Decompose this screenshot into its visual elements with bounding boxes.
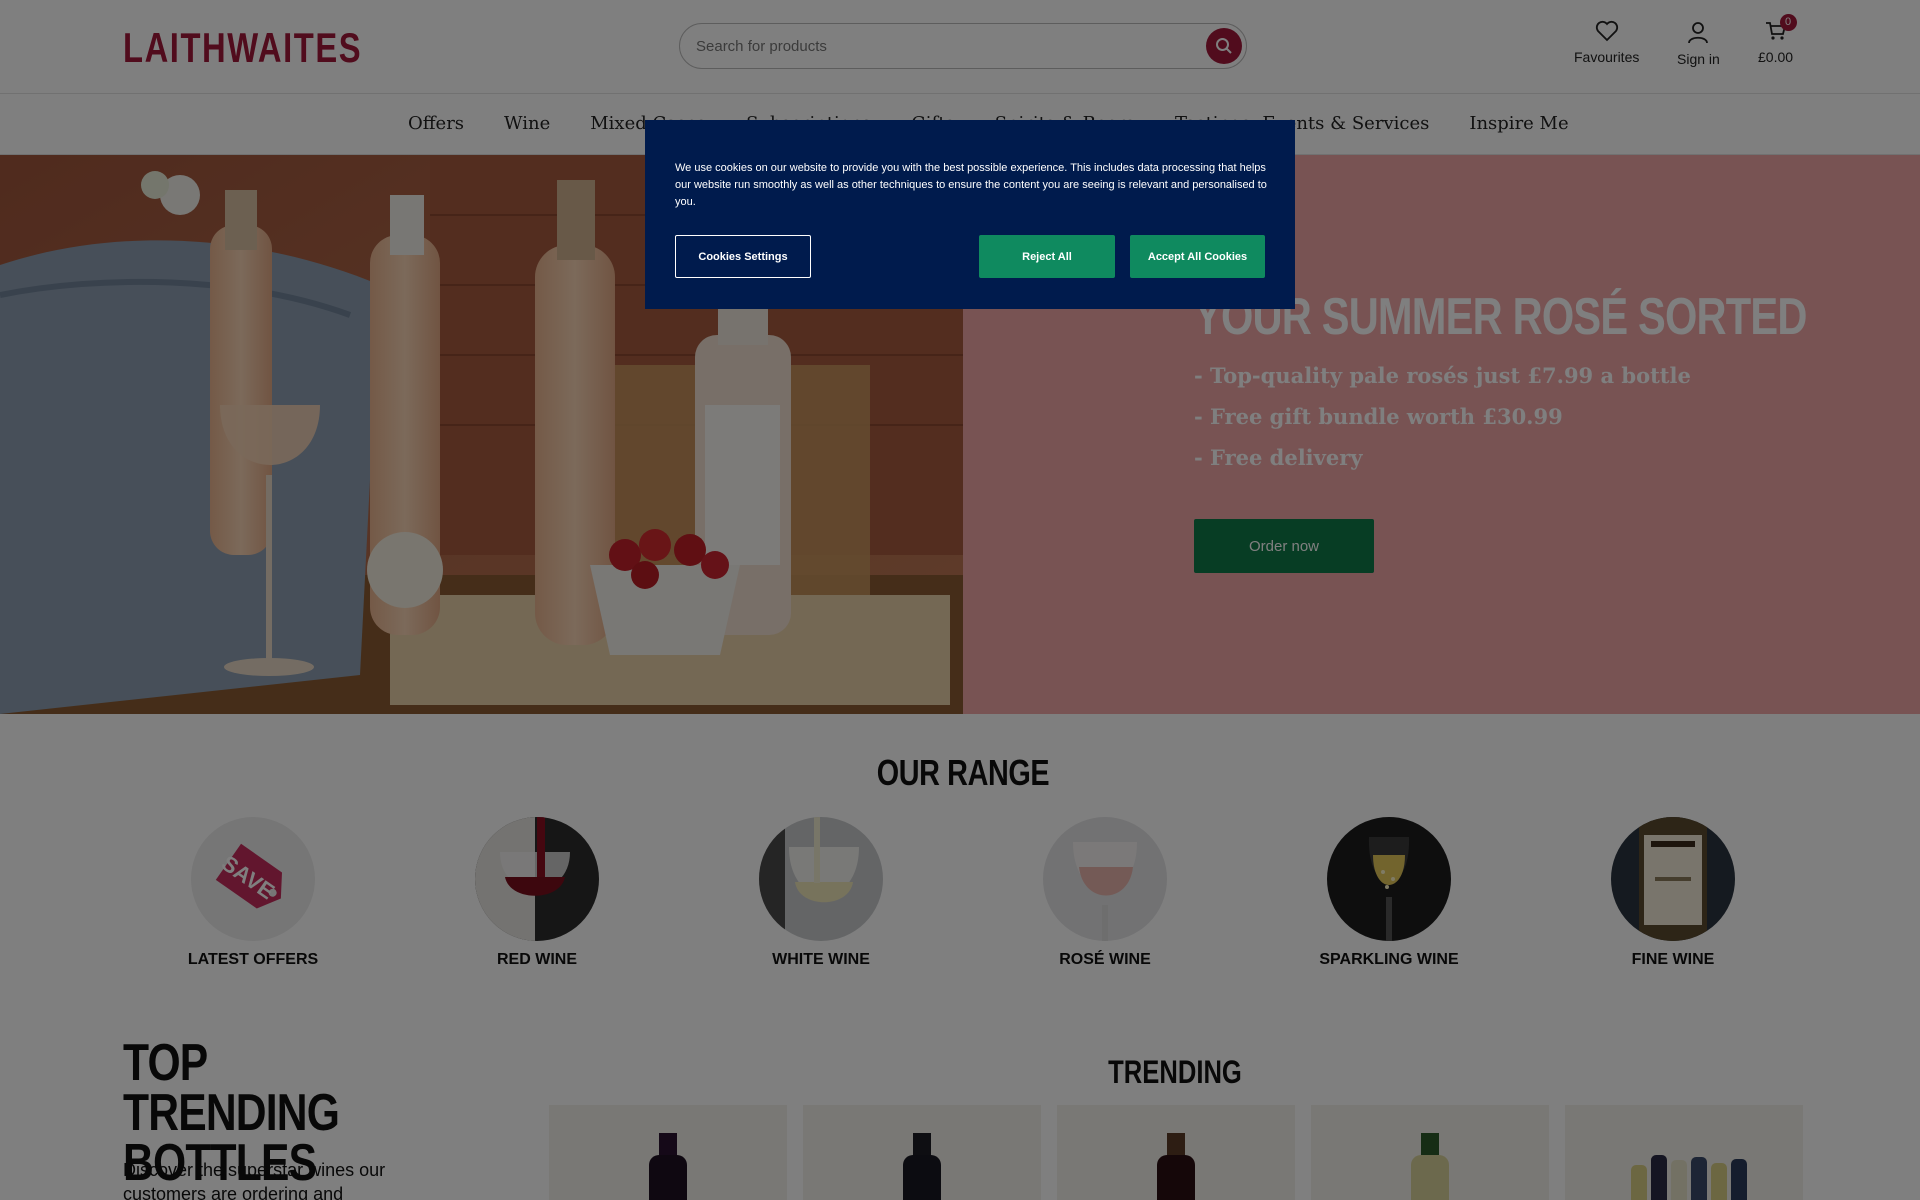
reject-all-button[interactable]: Reject All — [979, 235, 1115, 278]
accept-all-cookies-button[interactable]: Accept All Cookies — [1130, 235, 1265, 278]
cookie-consent-text: We use cookies on our website to provide… — [675, 162, 1267, 208]
cookie-consent-dialog: We use cookies on our website to provide… — [645, 120, 1295, 309]
cookies-settings-button[interactable]: Cookies Settings — [675, 235, 811, 278]
